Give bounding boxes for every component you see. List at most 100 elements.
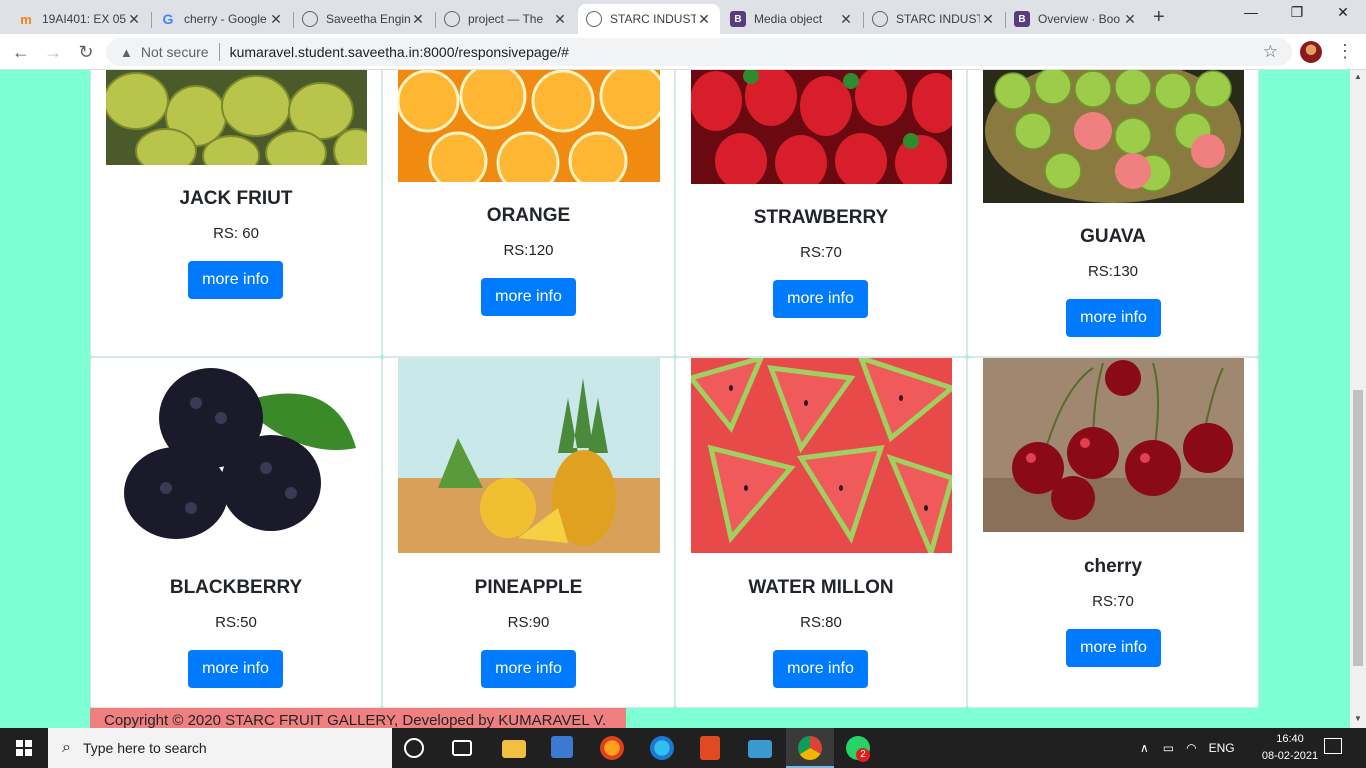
chrome-taskbar-button[interactable] bbox=[786, 728, 834, 768]
tab-3[interactable]: Saveetha Engin ✕ bbox=[294, 4, 434, 34]
bootstrap-icon: B bbox=[1014, 11, 1030, 27]
more-info-button[interactable]: more info bbox=[481, 650, 576, 688]
page-footer: Copyright © 2020 STARC FRUIT GALLERY, De… bbox=[90, 708, 626, 728]
tab-6[interactable]: B Media object ✕ bbox=[722, 4, 862, 34]
globe-icon bbox=[444, 11, 460, 27]
more-info-button[interactable]: more info bbox=[773, 650, 868, 688]
scroll-down-arrow-icon[interactable]: ▼ bbox=[1354, 714, 1362, 723]
product-card-guava: GUAVA RS:130 more info bbox=[967, 70, 1259, 357]
firefox-icon[interactable] bbox=[600, 736, 624, 760]
chevron-up-icon[interactable]: ∧ bbox=[1140, 741, 1149, 755]
file-explorer-icon[interactable] bbox=[502, 740, 526, 758]
product-card-jackfruit: JACK FRIUT RS: 60 more info bbox=[90, 70, 382, 357]
close-icon[interactable]: ✕ bbox=[1122, 11, 1138, 28]
bootstrap-icon: B bbox=[730, 11, 746, 27]
cherry-image bbox=[983, 358, 1244, 532]
tab-4[interactable]: project — The ✕ bbox=[436, 4, 576, 34]
globe-icon bbox=[586, 11, 602, 27]
more-info-button[interactable]: more info bbox=[1066, 299, 1161, 337]
watermelon-image bbox=[691, 358, 952, 553]
reload-icon[interactable]: ↻ bbox=[74, 40, 98, 64]
close-icon[interactable]: ✕ bbox=[268, 11, 284, 28]
windows-start-icon[interactable] bbox=[16, 740, 32, 756]
search-placeholder: Type here to search bbox=[82, 740, 207, 756]
address-bar[interactable]: ▲ Not secure kumaravel.student.saveetha.… bbox=[106, 38, 1292, 66]
product-card-orange: ORANGE RS:120 more info bbox=[382, 70, 675, 357]
blackberry-image bbox=[106, 358, 367, 553]
forward-arrow-icon[interactable]: → bbox=[41, 40, 65, 64]
product-name: JACK FRIUT bbox=[179, 188, 293, 209]
product-name: PINEAPPLE bbox=[474, 577, 583, 598]
product-price: RS:120 bbox=[503, 242, 554, 259]
moodle-icon: m bbox=[20, 11, 32, 27]
product-name: STRAWBERRY bbox=[753, 207, 889, 228]
product-price: RS:70 bbox=[1092, 593, 1134, 610]
tab-1[interactable]: m 19AI401: EX 05 ✕ bbox=[10, 4, 150, 34]
minimize-icon[interactable]: — bbox=[1228, 4, 1274, 20]
wifi-icon[interactable]: ◠ bbox=[1186, 741, 1196, 755]
tab-title: Media object bbox=[754, 12, 823, 26]
tab-7[interactable]: STARC INDUST ✕ bbox=[864, 4, 1004, 34]
taskbar-search-box[interactable]: ⌕ Type here to search bbox=[48, 728, 392, 768]
close-icon[interactable]: ✕ bbox=[552, 11, 568, 28]
tab-title: 19AI401: EX 05 bbox=[42, 12, 126, 26]
close-icon[interactable]: ✕ bbox=[980, 11, 996, 28]
more-info-button[interactable]: more info bbox=[188, 650, 283, 688]
system-tray: ∧ ▭ ◠ ENG bbox=[1140, 728, 1235, 768]
task-view-icon[interactable] bbox=[452, 740, 472, 756]
product-price: RS:130 bbox=[1087, 263, 1139, 280]
product-card-pineapple: PINEAPPLE RS:90 more info bbox=[382, 357, 675, 708]
close-icon[interactable]: ✕ bbox=[696, 11, 712, 28]
tab-2[interactable]: G cherry - Google ✕ bbox=[152, 4, 292, 34]
notification-badge: 2 bbox=[856, 748, 870, 762]
more-info-button[interactable]: more info bbox=[773, 280, 868, 318]
new-tab-plus-icon[interactable]: + bbox=[1153, 6, 1165, 29]
product-name: WATER MILLON bbox=[748, 577, 894, 598]
mail-icon[interactable] bbox=[748, 740, 772, 758]
product-card-watermelon: WATER MILLON RS:80 more info bbox=[675, 357, 967, 708]
battery-icon[interactable]: ▭ bbox=[1163, 741, 1174, 755]
more-info-button[interactable]: more info bbox=[188, 261, 283, 299]
close-icon[interactable]: ✕ bbox=[410, 11, 426, 28]
security-label: Not secure bbox=[140, 44, 209, 60]
cortana-icon[interactable] bbox=[404, 738, 424, 758]
scrollbar-thumb[interactable] bbox=[1353, 390, 1363, 666]
windows-taskbar: ⌕ Type here to search 2 ∧ ▭ ◠ ENG 16:40 … bbox=[0, 728, 1366, 768]
window-close-icon[interactable]: ✕ bbox=[1320, 4, 1366, 21]
tab-title: Saveetha Engin bbox=[326, 12, 410, 26]
tab-8[interactable]: B Overview · Boo ✕ bbox=[1006, 4, 1146, 34]
product-name: BLACKBERRY bbox=[169, 577, 303, 598]
scroll-up-arrow-icon[interactable]: ▲ bbox=[1354, 72, 1362, 81]
product-name: GUAVA bbox=[1080, 226, 1146, 247]
bookmark-star-icon[interactable]: ☆ bbox=[1263, 42, 1278, 62]
tab-strip: m 19AI401: EX 05 ✕ G cherry - Google ✕ S… bbox=[0, 0, 1366, 34]
profile-avatar[interactable] bbox=[1300, 41, 1322, 63]
product-price: RS:90 bbox=[507, 614, 550, 631]
restore-icon[interactable]: ❐ bbox=[1274, 4, 1320, 21]
product-name: ORANGE bbox=[486, 205, 571, 226]
tab-5-active[interactable]: STARC INDUST ✕ bbox=[578, 4, 720, 34]
back-arrow-icon[interactable]: ← bbox=[9, 40, 33, 64]
url-text: kumaravel.student.saveetha.in:8000/respo… bbox=[229, 44, 569, 60]
more-info-button[interactable]: more info bbox=[1066, 629, 1161, 667]
page-scrollbar[interactable]: ▲ ▼ bbox=[1350, 70, 1366, 728]
close-icon[interactable]: ✕ bbox=[838, 11, 854, 28]
guava-image bbox=[983, 70, 1244, 203]
store-icon[interactable] bbox=[551, 736, 573, 758]
office-icon[interactable] bbox=[700, 736, 720, 760]
language-indicator[interactable]: ENG bbox=[1209, 741, 1235, 755]
close-icon[interactable]: ✕ bbox=[126, 11, 142, 28]
product-card-cherry: cherry RS:70 more info bbox=[967, 357, 1259, 708]
more-info-button[interactable]: more info bbox=[481, 278, 576, 316]
menu-dots-icon[interactable]: ⋮ bbox=[1336, 41, 1354, 62]
strawberry-image bbox=[691, 70, 952, 184]
notifications-icon[interactable] bbox=[1324, 738, 1342, 754]
page-viewport: JACK FRIUT RS: 60 more info ORANGE RS:12… bbox=[0, 70, 1350, 728]
product-price: RS: 60 bbox=[213, 225, 259, 242]
edge-icon[interactable] bbox=[650, 736, 674, 760]
chrome-icon bbox=[798, 736, 822, 760]
tab-title: Overview · Boo bbox=[1038, 12, 1121, 26]
warning-triangle-icon: ▲ bbox=[120, 44, 133, 60]
tab-title: STARC INDUST bbox=[896, 12, 980, 26]
clock[interactable]: 16:40 08-02-2021 bbox=[1258, 731, 1322, 765]
